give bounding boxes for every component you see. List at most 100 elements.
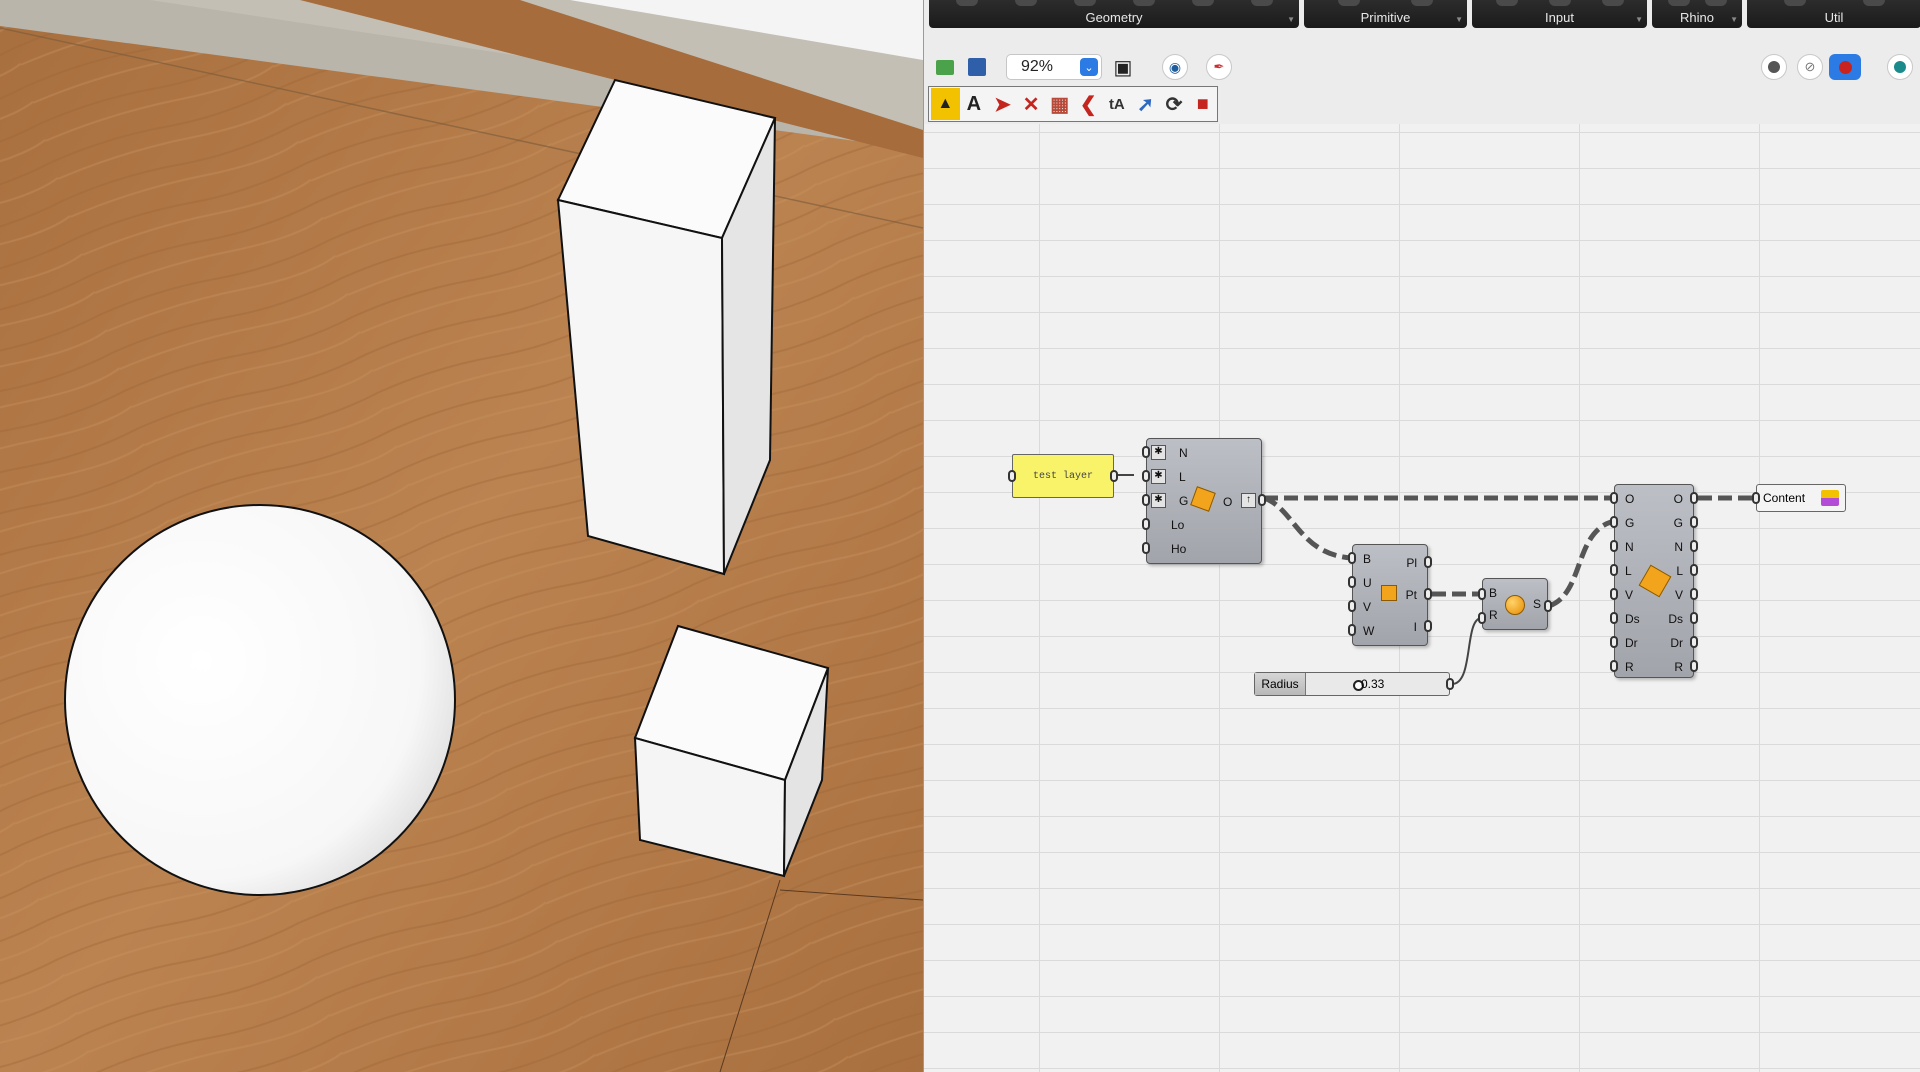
human-icon[interactable]: ▲ <box>931 88 960 120</box>
input-port[interactable] <box>1610 636 1618 648</box>
port-label: B <box>1363 552 1372 566</box>
input-port[interactable] <box>1348 600 1356 612</box>
expand-icon[interactable]: ▼ <box>1455 15 1463 24</box>
input-port[interactable] <box>1752 492 1760 504</box>
arrow-icon[interactable]: ➚ <box>1131 88 1160 120</box>
input-port[interactable] <box>1478 612 1486 624</box>
port-label: R <box>1674 660 1683 674</box>
output-port[interactable] <box>1690 564 1698 576</box>
input-port[interactable] <box>1610 588 1618 600</box>
rhino-viewport[interactable] <box>0 0 923 1072</box>
input-port[interactable] <box>1478 588 1486 600</box>
box-point-component[interactable]: B U V W Pl Pt I <box>1352 544 1428 646</box>
port-label: V <box>1363 600 1372 614</box>
output-port[interactable] <box>1690 540 1698 552</box>
port-label: B <box>1489 586 1498 600</box>
delete-icon[interactable]: ✕ <box>1017 88 1046 120</box>
port-label: R <box>1625 660 1634 674</box>
port-label: N <box>1179 446 1188 460</box>
asterisk-icon: ✱ <box>1151 493 1166 508</box>
content-cache-component[interactable]: O G N L V Ds Dr R O G N L V Ds Dr R <box>1614 484 1694 678</box>
output-port[interactable] <box>1690 660 1698 672</box>
expand-icon[interactable]: ▼ <box>1287 15 1295 24</box>
tab-rhino[interactable]: Rhino ▼ <box>1652 0 1742 28</box>
tab-util[interactable]: Util <box>1747 0 1920 28</box>
branch-icon[interactable]: ❮ <box>1074 88 1103 120</box>
clear-icon[interactable]: ■ <box>1188 88 1217 120</box>
input-port[interactable] <box>1142 542 1150 554</box>
shaded-icon <box>1838 60 1852 74</box>
input-port[interactable] <box>1348 576 1356 588</box>
text-panel[interactable]: test layer <box>1012 454 1114 498</box>
preview-selected-button[interactable] <box>1829 54 1861 80</box>
globe-icon <box>1894 61 1906 73</box>
input-port[interactable] <box>1610 660 1618 672</box>
output-port[interactable] <box>1690 492 1698 504</box>
slider-name: Radius <box>1255 673 1306 695</box>
query-layer-component[interactable]: ✱ ✱ ✱ N L G Lo Ho O ↑ <box>1146 438 1262 564</box>
preview-shaded-button[interactable]: ⊘ <box>1797 54 1823 80</box>
wire <box>1547 519 1612 609</box>
input-port[interactable] <box>1142 518 1150 530</box>
input-port[interactable] <box>1610 516 1618 528</box>
save-button[interactable] <box>964 54 990 80</box>
canvas-toolbar: 92% ⌄ ▣ ◉ ✒ ⊘ <box>924 50 1920 84</box>
port-label: S <box>1532 597 1541 611</box>
radius-slider[interactable]: Radius 0.33 <box>1254 672 1450 696</box>
text-tag-icon[interactable]: tA <box>1103 88 1132 120</box>
output-port[interactable] <box>1690 612 1698 624</box>
tall-box[interactable] <box>556 78 777 576</box>
content-parameter[interactable]: Content <box>1756 484 1846 512</box>
split-icon[interactable]: ➤ <box>988 88 1017 120</box>
zoom-select[interactable]: 92% ⌄ <box>1006 54 1102 80</box>
input-port[interactable] <box>1610 564 1618 576</box>
preview-button[interactable]: ◉ <box>1162 54 1188 80</box>
tab-primitive[interactable]: Primitive ▼ <box>1304 0 1467 28</box>
chevron-down-icon[interactable]: ⌄ <box>1080 58 1098 76</box>
tab-label: Geometry <box>1085 10 1143 25</box>
wire <box>1451 617 1482 685</box>
output-port[interactable] <box>1544 600 1552 612</box>
tab-input[interactable]: Input ▼ <box>1472 0 1647 28</box>
sphere-component[interactable]: B R S <box>1482 578 1548 630</box>
output-port[interactable] <box>1690 636 1698 648</box>
output-port[interactable] <box>1258 494 1266 506</box>
tab-geometry[interactable]: Geometry ▼ <box>929 0 1299 28</box>
output-port[interactable] <box>1110 470 1118 482</box>
input-port[interactable] <box>1348 624 1356 636</box>
no-preview-icon: ⊘ <box>1804 59 1816 74</box>
tab-label: Input <box>1545 10 1574 25</box>
text-icon[interactable]: A <box>960 88 989 120</box>
input-port[interactable] <box>1348 552 1356 564</box>
output-port[interactable] <box>1424 620 1432 632</box>
input-port[interactable] <box>1142 470 1150 482</box>
output-port[interactable] <box>1690 588 1698 600</box>
output-port[interactable] <box>1424 556 1432 568</box>
input-port[interactable] <box>1008 470 1016 482</box>
zoom-extents-button[interactable]: ▣ <box>1110 54 1136 80</box>
sphere[interactable] <box>64 504 456 896</box>
output-port[interactable] <box>1446 678 1454 690</box>
input-port[interactable] <box>1610 540 1618 552</box>
port-label: Ds <box>1668 612 1683 626</box>
sketch-button[interactable]: ✒ <box>1206 54 1232 80</box>
expand-icon[interactable]: ▼ <box>1730 15 1738 24</box>
port-label: G <box>1179 494 1189 508</box>
document-button[interactable] <box>1887 54 1913 80</box>
output-port[interactable] <box>1690 516 1698 528</box>
input-port[interactable] <box>1142 446 1150 458</box>
open-file-button[interactable] <box>932 54 958 80</box>
expand-icon[interactable]: ▼ <box>1635 15 1643 24</box>
input-port[interactable] <box>1610 612 1618 624</box>
port-label: U <box>1363 576 1372 590</box>
port-label: W <box>1363 624 1375 638</box>
output-port[interactable] <box>1424 588 1432 600</box>
input-port[interactable] <box>1142 494 1150 506</box>
gh-canvas[interactable]: test layer ✱ ✱ ✱ N L G Lo Ho O ↑ B U V W… <box>924 124 1920 1072</box>
port-label: G <box>1625 516 1635 530</box>
small-cube[interactable] <box>633 624 830 878</box>
grid-icon[interactable]: ▦ <box>1045 88 1074 120</box>
input-port[interactable] <box>1610 492 1618 504</box>
refresh-icon[interactable]: ⟳ <box>1160 88 1189 120</box>
preview-wire-button[interactable] <box>1761 54 1787 80</box>
